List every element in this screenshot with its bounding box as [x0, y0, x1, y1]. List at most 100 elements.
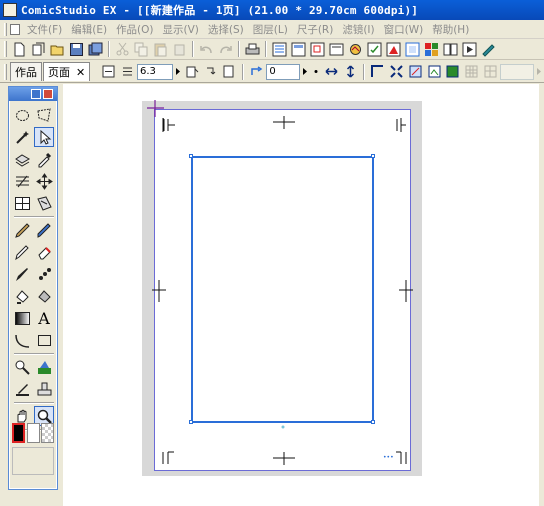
menu-filter[interactable]: 滤镜(I) — [338, 22, 379, 37]
rotate-canvas-icon[interactable] — [248, 63, 265, 80]
fit-width-icon[interactable] — [100, 63, 117, 80]
palette-header[interactable] — [9, 87, 57, 101]
pen-icon[interactable] — [12, 220, 32, 240]
object-select-icon[interactable] — [34, 127, 54, 147]
open-folder-icon[interactable] — [49, 41, 66, 58]
background-color-swatch[interactable] — [27, 423, 40, 443]
magic-wand-icon[interactable] — [12, 127, 32, 147]
layer-move-icon[interactable] — [12, 149, 32, 169]
redo-icon[interactable] — [217, 41, 234, 58]
grid-toggle-icon[interactable] — [463, 63, 480, 80]
gradient-layer-icon[interactable] — [12, 171, 32, 191]
eraser-icon[interactable] — [34, 242, 54, 262]
rotate-input[interactable]: 0 — [266, 63, 301, 80]
flip-vertical-icon[interactable] — [342, 63, 359, 80]
clear-icon[interactable] — [171, 41, 188, 58]
grid-tool-icon[interactable] — [12, 193, 32, 213]
brush-icon[interactable] — [12, 264, 32, 284]
print-icon[interactable] — [244, 41, 261, 58]
tone-effect-icon[interactable] — [480, 41, 497, 58]
eyedropper-icon[interactable] — [34, 149, 54, 169]
lasso-fill-icon[interactable] — [407, 63, 424, 80]
close-icon[interactable] — [43, 89, 53, 99]
page-list-icon[interactable] — [328, 41, 345, 58]
flip-horizontal-icon[interactable] — [323, 63, 340, 80]
balloon-pen-icon[interactable] — [12, 357, 32, 377]
palette-separator — [14, 353, 54, 355]
gradient-icon[interactable] — [12, 308, 32, 328]
frame-handle[interactable] — [371, 420, 375, 424]
foreground-color-swatch[interactable] — [12, 423, 25, 443]
frame-handle[interactable] — [371, 154, 375, 158]
material-palette-icon[interactable] — [404, 41, 421, 58]
move-icon[interactable] — [34, 171, 54, 191]
frame-border-icon[interactable] — [12, 379, 32, 399]
tone-fill-icon[interactable] — [34, 286, 54, 306]
polygon-select-icon[interactable] — [34, 105, 54, 125]
fit-page-icon[interactable] — [119, 63, 136, 80]
disabled-input[interactable] — [500, 63, 534, 80]
grid-palette-icon[interactable] — [423, 41, 440, 58]
new-page-icon[interactable] — [30, 41, 47, 58]
brush-size-icon[interactable] — [347, 41, 364, 58]
ruler-icon[interactable] — [369, 63, 386, 80]
close-tab-icon[interactable]: ✕ — [76, 66, 85, 79]
document-icon[interactable] — [10, 23, 20, 35]
pattern-brush-icon[interactable] — [34, 264, 54, 284]
menu-help[interactable]: 帮助(H) — [428, 22, 474, 37]
layer-palette-icon[interactable] — [271, 41, 288, 58]
menu-edit[interactable]: 编辑(E) — [67, 22, 112, 37]
curve-ruler-icon[interactable] — [12, 330, 32, 350]
menu-window[interactable]: 窗口(W) — [380, 22, 429, 37]
menu-file[interactable]: 文件(F) — [23, 22, 67, 37]
tone-palette-icon[interactable] — [385, 41, 402, 58]
rotate-arrow-icon[interactable] — [301, 63, 309, 80]
menu-ruler[interactable]: 尺子(R) — [293, 22, 339, 37]
menu-layer[interactable]: 图层(L) — [249, 22, 293, 37]
transform-icon[interactable] — [388, 63, 405, 80]
frame-handle[interactable] — [189, 154, 193, 158]
menu-work[interactable]: 作品(O) — [112, 22, 158, 37]
tab-page[interactable]: 页面 ✕ — [43, 62, 91, 81]
minimize-icon[interactable] — [31, 89, 41, 99]
menu-view[interactable]: 显示(V) — [159, 22, 204, 37]
dot-icon[interactable] — [311, 63, 321, 80]
edit-selection-icon[interactable] — [426, 63, 443, 80]
book-palette-icon[interactable] — [442, 41, 459, 58]
panel-frame[interactable] — [191, 156, 374, 423]
fill-icon[interactable] — [12, 286, 32, 306]
copy-icon[interactable] — [133, 41, 150, 58]
cut-icon[interactable] — [114, 41, 131, 58]
rotate-left-icon[interactable] — [184, 63, 201, 80]
text-icon[interactable]: A — [34, 308, 54, 328]
menu-select[interactable]: 选择(S) — [204, 22, 249, 37]
frame-handle[interactable] — [189, 420, 193, 424]
marker-icon[interactable] — [12, 242, 32, 262]
tab-work[interactable]: 作品 — [10, 62, 42, 81]
ruler-toggle-icon[interactable] — [482, 63, 499, 80]
undo-icon[interactable] — [198, 41, 215, 58]
disabled-arrow-icon[interactable] — [535, 63, 543, 80]
transparent-color-swatch[interactable] — [41, 423, 54, 443]
page-rotate-icon[interactable] — [222, 63, 239, 80]
selection-fill-icon[interactable] — [445, 63, 462, 80]
toolbar-separator — [192, 41, 194, 57]
vertical-scrollbar[interactable] — [539, 84, 544, 506]
rectangle-icon[interactable] — [34, 330, 54, 350]
zoom-arrow-icon[interactable] — [174, 63, 182, 80]
play-icon[interactable] — [461, 41, 478, 58]
properties-palette-icon[interactable] — [290, 41, 307, 58]
zoom-input[interactable]: 6.3 — [136, 63, 173, 80]
save-icon[interactable] — [68, 41, 85, 58]
navigator-palette-icon[interactable] — [309, 41, 326, 58]
save-all-icon[interactable] — [87, 41, 104, 58]
tool-options-icon[interactable] — [366, 41, 383, 58]
stamp-icon[interactable] — [34, 379, 54, 399]
rotate-right-icon[interactable] — [203, 63, 220, 80]
transform-tool-icon[interactable] — [34, 193, 54, 213]
ellipse-select-icon[interactable] — [12, 105, 32, 125]
speed-line-icon[interactable] — [34, 357, 54, 377]
pencil-icon[interactable] — [34, 220, 54, 240]
new-file-icon[interactable] — [11, 41, 28, 58]
paste-icon[interactable] — [152, 41, 169, 58]
